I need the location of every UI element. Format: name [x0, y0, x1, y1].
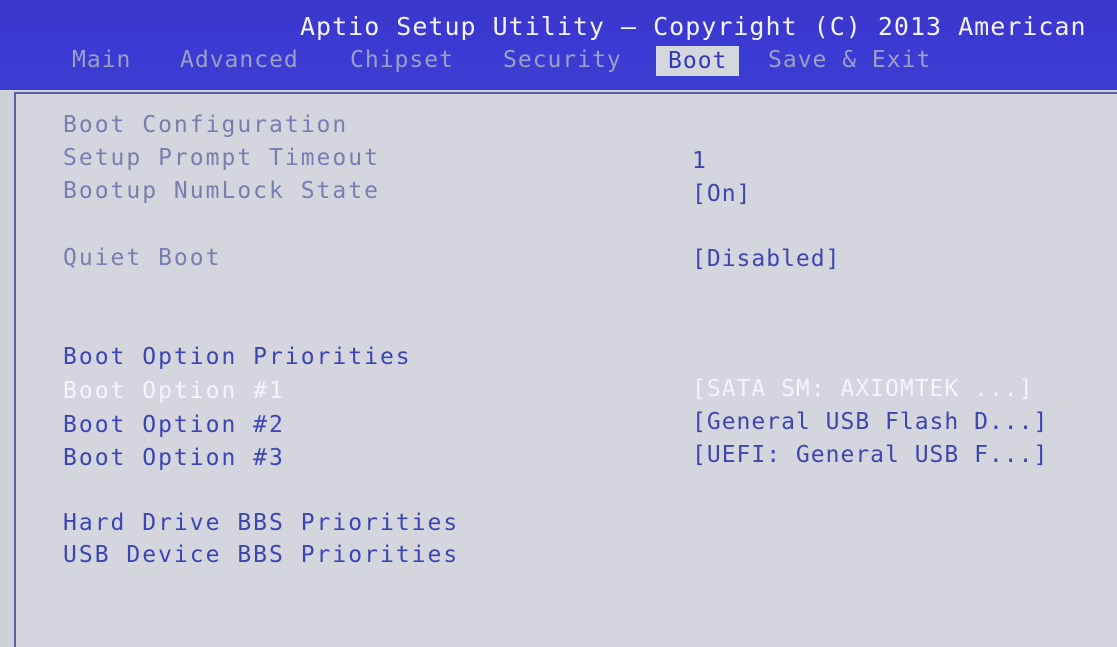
numlock-state-label[interactable]: Bootup NumLock State — [63, 178, 380, 204]
tab-boot[interactable]: Boot — [656, 46, 740, 76]
quiet-boot-label[interactable]: Quiet Boot — [63, 245, 221, 271]
boot-option-3-label[interactable]: Boot Option #3 — [63, 445, 285, 471]
boot-settings-panel: Boot Configuration Setup Prompt Timeout … — [14, 92, 1117, 647]
tab-security[interactable]: Security — [503, 44, 622, 76]
hard-drive-bbs-priorities[interactable]: Hard Drive BBS Priorities — [63, 510, 459, 536]
utility-title: Aptio Setup Utility – Copyright (C) 2013… — [300, 12, 1087, 41]
section-boot-option-priorities: Boot Option Priorities — [63, 344, 412, 370]
boot-option-2-label[interactable]: Boot Option #2 — [63, 412, 285, 438]
boot-option-3-value[interactable]: [UEFI: General USB F...] — [692, 442, 1048, 468]
tab-advanced[interactable]: Advanced — [180, 44, 299, 76]
tab-main[interactable]: Main — [72, 44, 131, 76]
section-boot-configuration: Boot Configuration — [63, 112, 349, 138]
menu-tabs: Main Advanced Chipset Security Boot Save… — [0, 44, 1117, 76]
bios-screen: Aptio Setup Utility – Copyright (C) 2013… — [0, 0, 1117, 647]
numlock-state-value[interactable]: [On] — [692, 181, 751, 207]
usb-device-bbs-priorities[interactable]: USB Device BBS Priorities — [63, 542, 459, 568]
tab-save-exit[interactable]: Save & Exit — [768, 44, 931, 76]
quiet-boot-value[interactable]: [Disabled] — [692, 246, 840, 272]
tab-chipset[interactable]: Chipset — [350, 44, 454, 76]
boot-option-1-label[interactable]: Boot Option #1 — [63, 378, 285, 404]
setup-prompt-timeout-label[interactable]: Setup Prompt Timeout — [63, 145, 380, 171]
setup-prompt-timeout-value[interactable]: 1 — [692, 148, 707, 174]
boot-option-2-value[interactable]: [General USB Flash D...] — [692, 409, 1048, 435]
boot-option-1-value[interactable]: [SATA SM: AXIOMTEK ...] — [692, 376, 1034, 402]
title-bar: Aptio Setup Utility – Copyright (C) 2013… — [0, 0, 1117, 90]
